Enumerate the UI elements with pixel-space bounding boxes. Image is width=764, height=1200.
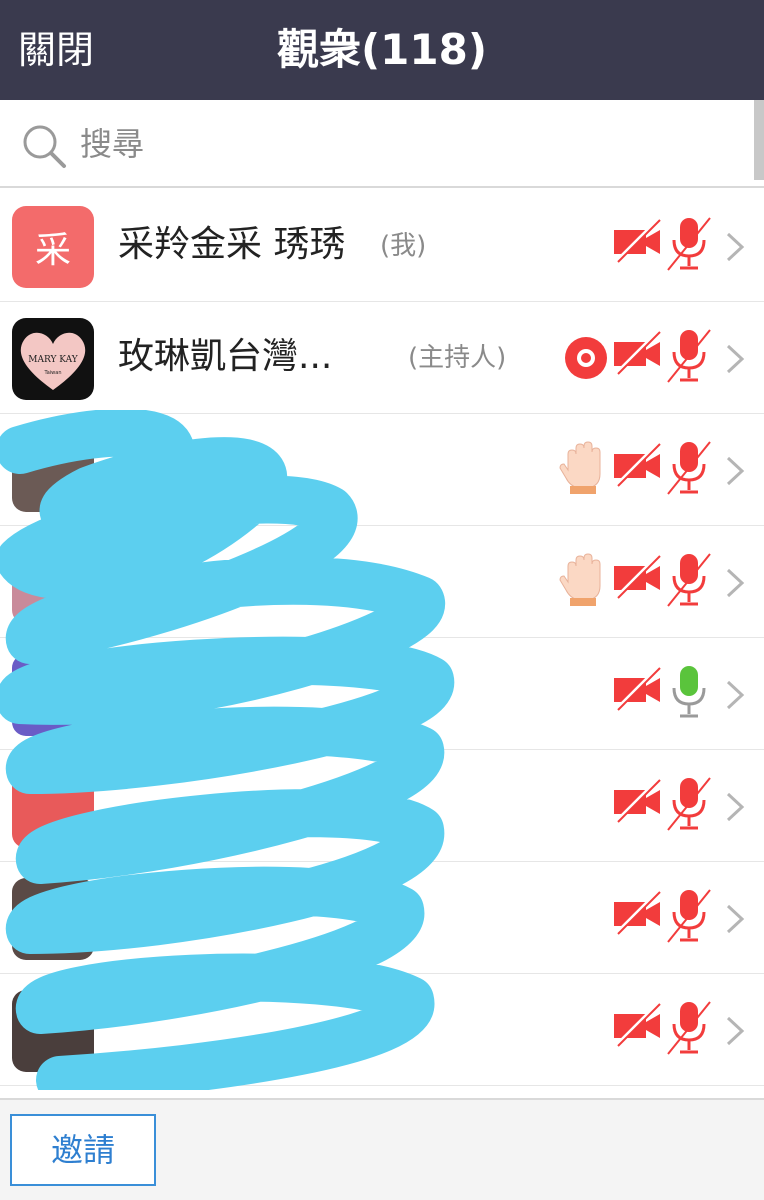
video-off-icon[interactable] [612,440,662,490]
video-off-icon[interactable] [612,1000,662,1050]
video-off-icon[interactable] [612,328,662,378]
video-off-icon[interactable] [612,776,662,826]
chevron-right-icon[interactable] [724,566,746,600]
video-off-icon[interactable] [612,552,662,602]
participant-row[interactable] [0,638,764,750]
participant-row[interactable] [0,414,764,526]
self-tag: (我) [380,231,427,261]
chevron-right-icon[interactable] [724,790,746,824]
search-icon [23,125,66,168]
host-tag: (主持人) [408,343,507,373]
video-off-icon[interactable] [612,888,662,938]
avatar-initial: 采 [34,230,71,271]
mic-muted-icon[interactable] [664,886,714,946]
participant-name: 采羚金采 琇琇 [118,224,346,265]
mic-muted-icon[interactable] [664,438,714,498]
scrollbar[interactable] [754,100,764,180]
avatar: 采 [12,206,94,288]
invite-button[interactable]: 邀請 [10,1114,156,1186]
participant-row[interactable] [0,862,764,974]
page-title: 觀衆(118) [276,25,488,74]
search-bar [0,100,764,188]
participant-row[interactable] [0,526,764,638]
avatar: MARY KAY Taiwan [12,318,94,400]
heart-logo-icon: MARY KAY Taiwan [20,332,86,390]
avatar [12,654,94,736]
mic-on-icon[interactable] [664,662,714,722]
participant-name: 玫琳凱台灣... [118,336,333,377]
chevron-right-icon[interactable] [724,678,746,712]
bottom-bar: 邀請 [0,1098,764,1200]
participant-row[interactable]: 采 采羚金采 琇琇 (我) [0,190,764,302]
svg-text:Taiwan: Taiwan [43,370,61,376]
chevron-right-icon[interactable] [724,902,746,936]
mic-muted-icon[interactable] [664,214,714,274]
participant-row[interactable]: MARY KAY Taiwan 玫琳凱台灣... (主持人) [0,302,764,414]
chevron-right-icon[interactable] [724,230,746,264]
recording-icon [565,337,607,379]
mic-muted-icon[interactable] [664,998,714,1058]
video-off-icon[interactable] [612,664,662,714]
mic-muted-icon[interactable] [664,550,714,610]
chevron-right-icon[interactable] [724,342,746,376]
chevron-right-icon[interactable] [724,454,746,488]
chevron-right-icon[interactable] [724,1014,746,1048]
mic-muted-icon[interactable] [664,774,714,834]
raised-hand-icon [559,553,601,606]
avatar [12,878,94,960]
avatar [12,990,94,1072]
avatar [12,430,94,512]
video-off-icon[interactable] [612,216,662,266]
avatar [12,766,94,848]
participant-row[interactable] [0,750,764,862]
header-bar: 關閉 觀衆(118) [0,0,764,100]
participant-list: 采 采羚金采 琇琇 (我) MARY KAY Taiwan 玫琳凱台灣... (… [0,190,764,1086]
avatar [12,542,94,624]
svg-text:MARY KAY: MARY KAY [28,355,79,365]
search-input[interactable] [80,120,680,168]
participant-row[interactable] [0,974,764,1086]
mic-muted-icon[interactable] [664,326,714,386]
raised-hand-icon [559,441,601,494]
